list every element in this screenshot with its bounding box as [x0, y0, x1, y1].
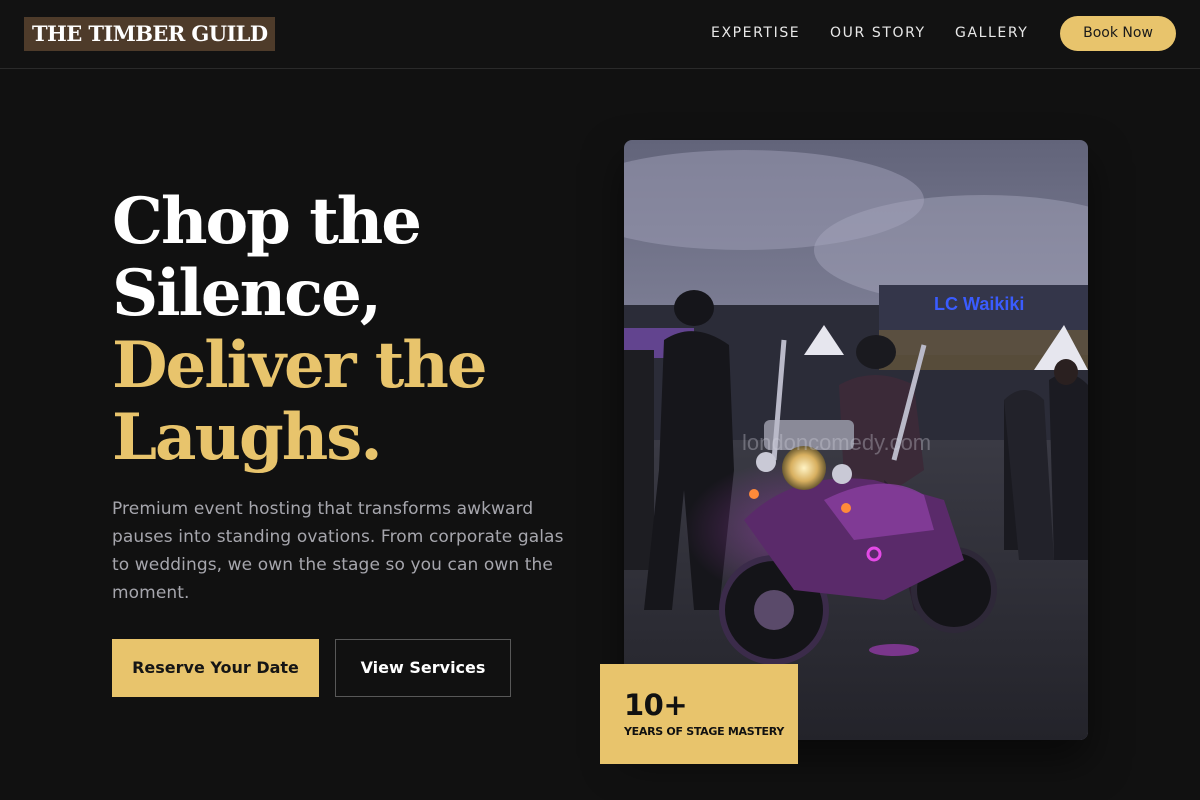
reserve-date-button[interactable]: Reserve Your Date: [112, 639, 319, 697]
headline-line-1: Chop the: [112, 184, 422, 259]
headline-line-4: Laughs.: [112, 400, 383, 475]
motorcycle-rider-illustration: LC Waikiki londoncomedy.com: [624, 140, 1088, 740]
nav-link-expertise[interactable]: EXPERTISE: [711, 24, 800, 42]
store-sign-text: LC Waikiki: [934, 294, 1024, 314]
headline-line-3: Deliver the: [112, 328, 488, 403]
book-now-button[interactable]: Book Now: [1060, 16, 1176, 51]
nav-link-our-story[interactable]: OUR STORY: [830, 24, 926, 42]
headline-line-2: Silence,: [112, 256, 382, 331]
hero-subcopy: Premium event hosting that transforms aw…: [112, 499, 564, 603]
hero-photo: LC Waikiki londoncomedy.com: [624, 140, 1088, 740]
experience-stat-card: 10+ YEARS OF STAGE MASTERY: [600, 664, 798, 764]
brand-logo[interactable]: THE TIMBER GUILD: [24, 17, 276, 51]
stat-label: YEARS OF STAGE MASTERY: [624, 725, 785, 738]
hero-headline: Chop the Silence, Deliver the Laughs.: [112, 186, 592, 474]
view-services-button[interactable]: View Services: [335, 639, 511, 697]
stat-number: 10+: [624, 688, 688, 722]
site-header: THE TIMBER GUILD EXPERTISE OUR STORY GAL…: [0, 0, 1200, 69]
photo-watermark: londoncomedy.com: [742, 430, 931, 455]
nav-link-gallery[interactable]: GALLERY: [955, 24, 1028, 42]
